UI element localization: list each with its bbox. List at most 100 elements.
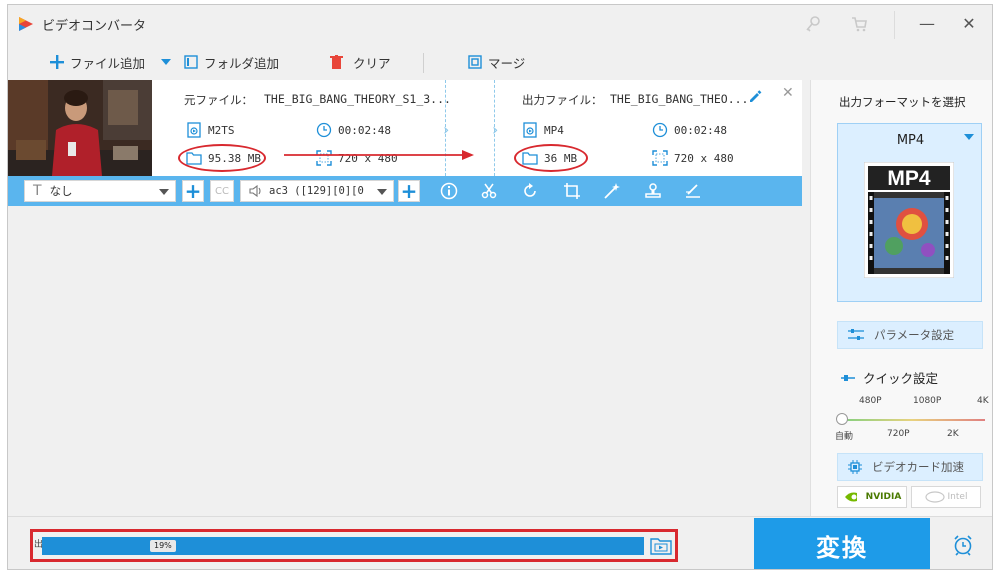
selected-format: MP4: [896, 133, 925, 148]
clock-icon: [316, 122, 332, 138]
edit-pencil-icon[interactable]: [748, 90, 762, 104]
scissors-icon[interactable]: [480, 182, 498, 200]
bottom-bar: 出 19% 変換: [8, 516, 992, 569]
file-drop-area[interactable]: [8, 206, 802, 516]
open-folder-icon[interactable]: [650, 537, 672, 555]
app-title: ビデオコンバータ: [42, 19, 147, 34]
cc-label: CC: [215, 185, 229, 197]
quality-auto: 自動: [835, 432, 854, 442]
sliders-icon: [848, 329, 864, 340]
source-file-label: 元ファイル：: [184, 93, 253, 107]
intel-label: Intel: [947, 492, 968, 502]
quality-2k: 2K: [947, 429, 959, 439]
intel-logo-icon: [924, 491, 945, 503]
add-audio-button[interactable]: +: [398, 180, 420, 202]
chevron-down-icon: [377, 189, 387, 195]
output-file-label: 出力ファイル：: [522, 93, 603, 107]
edit-action-bar: T なし + CC ac3 ([129][0][0 +: [8, 176, 802, 206]
folder-film-icon: [184, 55, 198, 69]
chip-icon: [848, 460, 862, 474]
subtitle-edit-icon[interactable]: [684, 182, 702, 200]
video-file-icon: [187, 122, 201, 138]
output-settings-panel: 出力フォーマットを選択 MP4 MP4 パラメータ設定 クイック設定 480P …: [810, 80, 992, 520]
add-subtitle-button[interactable]: +: [182, 180, 204, 202]
add-file-dropdown-icon[interactable]: [161, 59, 171, 65]
quality-slider-track[interactable]: [839, 419, 985, 421]
quality-4k: 4K: [977, 396, 989, 406]
key-icon[interactable]: [804, 15, 822, 33]
source-format-value: M2TS: [208, 123, 235, 137]
gpu-acceleration-label: ビデオカード加速: [872, 460, 964, 474]
chevron-down-icon: [159, 189, 169, 195]
output-format-selector[interactable]: MP4 MP4: [837, 123, 982, 302]
output-file-name: THE_BIG_BANG_THEO...: [610, 92, 749, 106]
add-folder-label: フォルダ追加: [204, 55, 280, 71]
trash-icon: [330, 55, 343, 69]
toolbar-separator: [423, 53, 424, 73]
audio-track-value: ac3 ([129][0][0: [269, 185, 364, 197]
title-bar: ビデオコンバータ — ✕: [8, 5, 992, 43]
annotation-source-size: [178, 144, 266, 172]
thumbnail-image: [8, 80, 152, 176]
watermark-stamp-icon[interactable]: [644, 182, 662, 200]
parameter-settings-button[interactable]: パラメータ設定: [837, 321, 983, 349]
progress-fill: [42, 537, 157, 555]
text-t-icon: T: [33, 183, 42, 199]
audio-track-dropdown[interactable]: ac3 ([129][0][0: [240, 180, 394, 202]
quality-1080p: 1080P: [913, 396, 942, 406]
merge-label: マージ: [488, 55, 526, 71]
quick-settings-title: クイック設定: [841, 368, 938, 387]
plus-icon: [50, 55, 64, 69]
add-file-label: ファイル追加: [70, 55, 146, 71]
alarm-clock-icon[interactable]: [952, 534, 974, 556]
quality-slider-knob[interactable]: [836, 413, 848, 425]
annotation-output-size: [514, 144, 588, 172]
source-duration: 00:02:48: [316, 122, 391, 138]
magic-wand-icon[interactable]: [603, 182, 621, 200]
clear-button[interactable]: クリア: [330, 52, 391, 72]
remove-file-button[interactable]: ✕: [782, 85, 794, 101]
output-resolution: 720 x 480: [652, 150, 734, 166]
gpu-acceleration-button[interactable]: ビデオカード加速: [837, 453, 983, 481]
video-thumbnail[interactable]: [8, 80, 152, 176]
video-file-icon: [523, 122, 537, 138]
output-duration: 00:02:48: [652, 122, 727, 138]
add-folder-button[interactable]: フォルダ追加: [184, 52, 279, 72]
cart-icon[interactable]: [850, 15, 868, 33]
merge-icon: [468, 55, 482, 69]
chevron-down-icon: [964, 134, 974, 140]
cc-button[interactable]: CC: [210, 180, 234, 202]
slider-icon: [841, 374, 855, 381]
chevron-right-icon-2: ›: [492, 120, 499, 139]
toolbar: ファイル追加 フォルダ追加 クリア マージ: [8, 43, 992, 81]
minimize-button[interactable]: —: [916, 13, 938, 35]
app-logo-icon: [19, 17, 33, 31]
merge-button[interactable]: マージ: [468, 52, 525, 72]
nvidia-chip[interactable]: NVIDIA: [837, 486, 907, 508]
source-format: M2TS: [186, 122, 235, 138]
annotation-arrow: [284, 150, 474, 160]
close-window-button[interactable]: ✕: [958, 13, 980, 35]
subtitle-dropdown[interactable]: T なし: [24, 180, 176, 202]
clear-label: クリア: [353, 55, 391, 71]
intel-chip[interactable]: Intel: [911, 486, 981, 508]
file-item-card[interactable]: 元ファイル： THE_BIG_BANG_THEORY_S1_3... M2TS …: [8, 80, 802, 176]
output-duration-value: 00:02:48: [674, 123, 727, 137]
parameter-settings-label: パラメータ設定: [874, 328, 955, 342]
source-duration-value: 00:02:48: [338, 123, 391, 137]
rotate-icon[interactable]: [521, 182, 539, 200]
format-badge-text: MP4: [887, 167, 931, 190]
output-format-title: 出力フォーマットを選択: [839, 95, 966, 109]
nvidia-label: NVIDIA: [865, 492, 902, 502]
speaker-icon: [249, 184, 261, 198]
clock-icon: [652, 122, 668, 138]
chevron-right-icon: ›: [443, 120, 450, 139]
conversion-progress-bar: 19%: [42, 537, 644, 555]
nvidia-logo-icon: [844, 492, 857, 502]
info-icon[interactable]: [440, 182, 458, 200]
progress-percent: 19%: [150, 540, 176, 552]
convert-button-label: 変換: [816, 533, 868, 562]
crop-icon[interactable]: [563, 182, 581, 200]
add-file-button[interactable]: ファイル追加: [50, 52, 145, 72]
convert-button[interactable]: 変換: [754, 518, 930, 569]
